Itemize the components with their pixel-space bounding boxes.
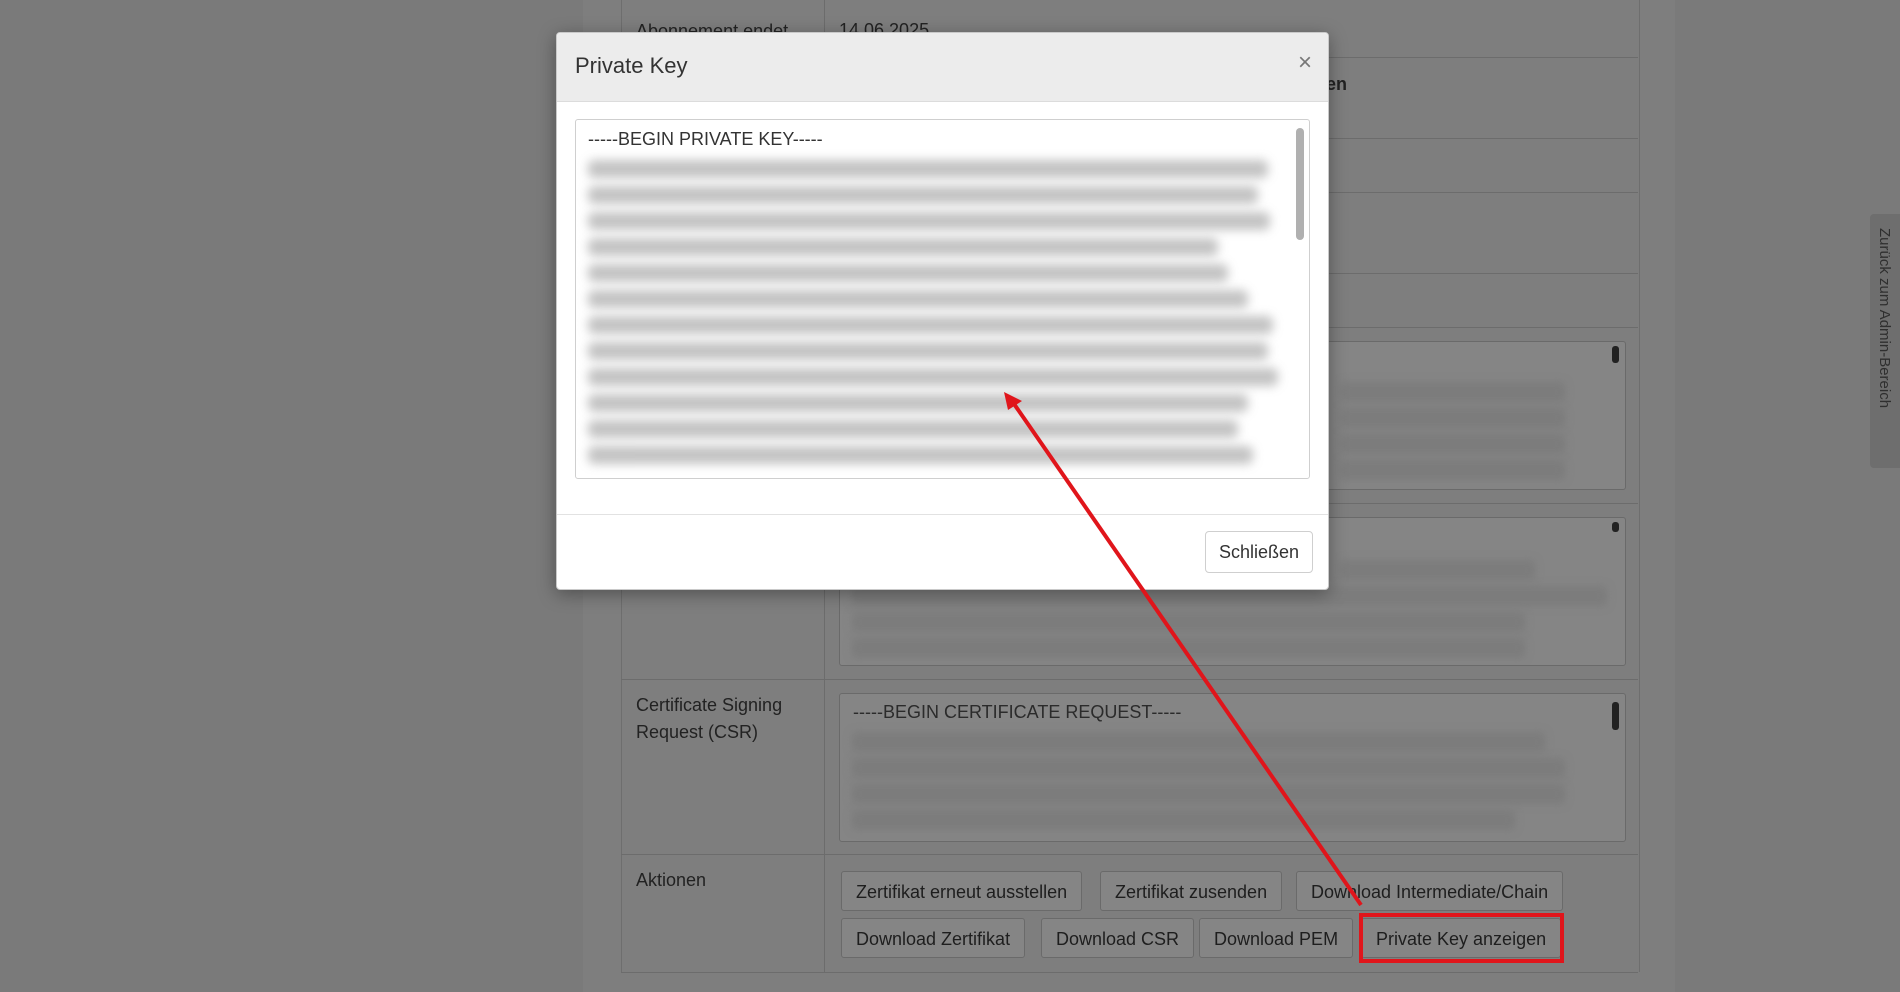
- annotation-overlay: [1004, 392, 1564, 963]
- annotation-arrow-line: [1010, 399, 1363, 907]
- arrow-head-icon: [1004, 392, 1022, 410]
- highlight-box: [1359, 913, 1564, 963]
